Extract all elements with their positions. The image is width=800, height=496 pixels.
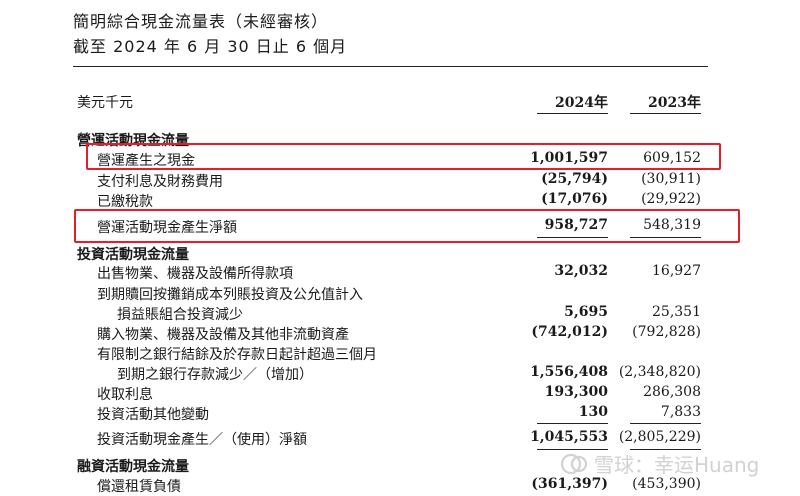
row-label: 有限制之銀行結餘及於存款日起計超過三個月 [97,347,377,363]
header-underline-2023 [630,113,701,114]
highlight-box-net-operating [74,209,740,243]
row-label: 購入物業、機器及設備及其他非流動資產 [97,327,349,343]
row-label: 出售物業、機器及設備所得款項 [97,266,293,282]
subtotal-underline-2024 [537,423,608,424]
watermark: 雪球：幸运Huang [560,449,759,478]
section-title-investing: 投資活動現金流量 [77,247,189,263]
snowball-logo-icon [560,453,588,474]
value-2023: (29,922) [641,191,701,207]
statement-period: 截至 2024 年 6 月 30 日止 6 個月 [73,37,348,56]
row-label: 投資活動其他變動 [97,407,209,423]
value-2023: (792,828) [632,324,701,340]
value-2023: 7,833 [660,404,701,420]
header-rule [73,66,708,67]
statement-title: 簡明綜合現金流量表（未經審核） [73,12,329,31]
net-investing-2023: (2,805,229) [618,429,701,445]
net-investing-label: 投資活動現金產生／（使用）淨額 [97,432,307,448]
row-label: 支付利息及財務費用 [97,174,223,190]
header-underline-2024 [537,113,608,114]
value-2023: (2,348,820) [618,364,701,380]
subtotal-underline-2023 [630,423,701,424]
value-2023: 16,927 [652,263,701,279]
value-2023: 25,351 [652,304,701,320]
value-2023: 286,308 [643,384,701,400]
row-label: 收取利息 [97,387,153,403]
row-label: 償還租賃負債 [97,479,181,495]
row-label: 損益賬組合投資減少 [117,307,243,323]
value-2023: (453,390) [632,476,701,492]
value-2023: (30,911) [641,171,701,187]
currency-unit: 美元千元 [77,95,133,111]
row-label: 到期之銀行存款減少／（增加） [117,367,313,383]
highlight-box-operating-cash [86,143,721,170]
column-header-2023: 2023年 [648,95,701,111]
section-title-financing: 融資活動現金流量 [77,459,189,475]
row-label: 已繳稅款 [97,194,153,210]
row-label: 到期贖回按攤銷成本列賬投資及公允值計入 [97,287,363,303]
watermark-text: 雪球：幸运Huang [594,453,760,477]
